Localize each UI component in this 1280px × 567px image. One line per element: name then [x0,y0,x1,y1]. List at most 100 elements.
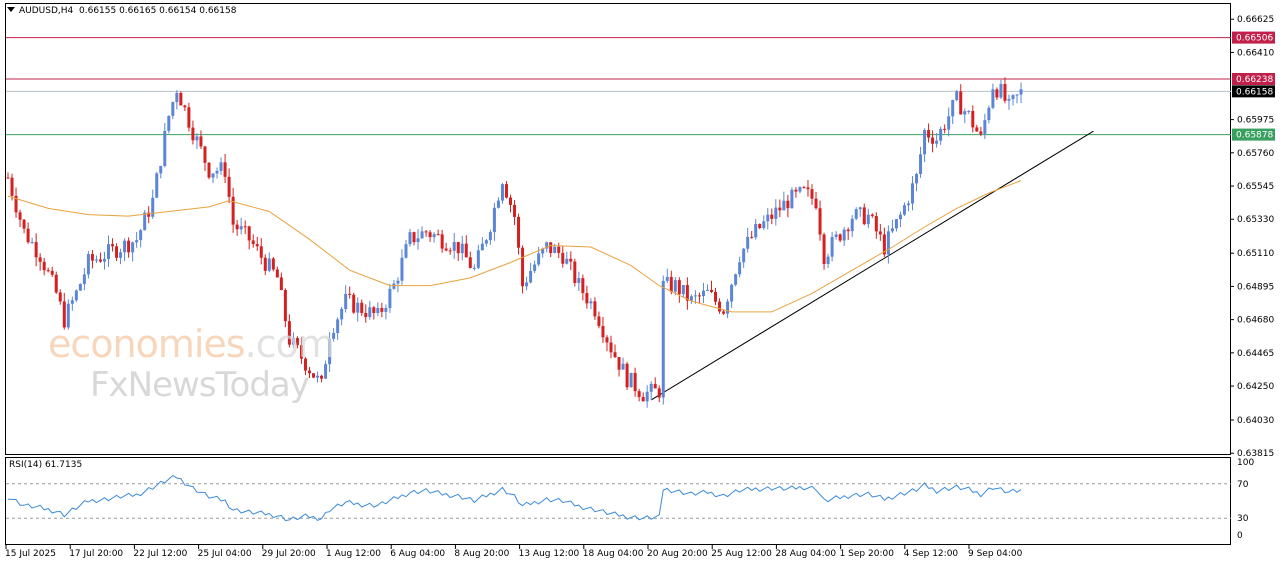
candle-body [517,216,521,248]
candle-body [822,234,826,264]
candle-body [738,262,742,275]
candle-body [565,258,569,264]
candle-body [155,173,159,198]
rsi-axis-label: 100 [1237,458,1254,468]
candle-body [207,162,211,178]
candle-body [444,248,448,251]
candle-body [718,301,722,312]
time-axis: 15 Jul 2025 17 Jul 20:00 22 Jul 12:00 25 Ju… [5,545,1023,559]
candle-body [830,237,834,257]
candle-body [94,259,98,261]
candle-body [191,127,195,141]
candle-body [734,274,738,285]
price-tick-label: 0.64465 [1237,349,1274,359]
candle-body [376,307,380,314]
candle-body [26,228,30,243]
candle-body [420,231,424,239]
price-tick-label: 0.65760 [1237,149,1274,159]
watermark-economies: economies.com [48,322,335,366]
chart-header[interactable]: AUDUSD,H4 0.66155 0.66165 0.66154 0.6615… [7,6,236,16]
candle-body [858,207,862,210]
candle-body [179,92,183,106]
candle-body [919,154,923,174]
candle-body [762,221,766,229]
candle-body [613,352,617,358]
candle-body [533,264,537,271]
candle-body [577,278,581,283]
candle-body [38,257,42,262]
rsi-header: RSI(14) 61.7135 [9,460,83,470]
candle-body [677,280,681,295]
candle-body [283,290,287,322]
candle-body [758,223,762,229]
candle-body [360,302,364,313]
time-tick-label: 9 Sep 04:00 [968,549,1023,559]
candle-body [593,301,597,317]
candle-body [874,216,878,232]
candle-body [979,131,983,134]
candle-body [943,128,947,130]
candle-body [380,307,384,312]
candle-body [316,375,320,378]
candle-body [906,203,910,206]
candle-body [999,84,1003,98]
candle-body [175,92,179,103]
candle-body [74,290,78,301]
candle-body [312,373,316,378]
candle-body [911,183,914,204]
candle-body [436,234,440,236]
candle-body [54,274,58,293]
candle-body [629,372,633,388]
candle-body [915,173,919,184]
candle-body [320,375,324,379]
candle-body [798,187,802,192]
candle-body [923,129,927,155]
candle-body [211,173,215,178]
candle-body [227,176,231,197]
price-chart[interactable]: 0.66625 0.66410 0.65975 0.65760 0.65545 0.653… [0,0,1280,567]
candle-body [742,248,746,263]
candle-body [653,383,657,389]
candle-body [504,184,508,198]
candle-body [408,232,412,245]
candle-body [902,205,906,215]
candle-body [983,120,987,134]
candle-body [259,246,263,258]
rsi-axis: 100 70 30 0 [1237,458,1254,541]
candle-body [400,257,404,281]
candle-body [488,232,492,241]
candle-body [6,177,10,179]
candle-body [98,259,102,262]
candle-body [870,214,874,217]
candle-body [726,301,730,314]
candle-body [464,243,468,258]
price-tag-label: 0.66158 [1236,87,1273,97]
dropdown-triangle-icon[interactable] [7,7,15,12]
time-tick-label: 1 Aug 12:00 [326,549,381,559]
candle-body [947,116,951,130]
rsi-axis-label: 0 [1237,531,1243,541]
candle-body [931,137,935,144]
candle-body [368,307,372,318]
candle-body [46,270,50,272]
candle-body [730,284,734,302]
candle-body [428,232,432,238]
candle-body [1007,98,1011,101]
candle-body [959,91,963,115]
candle-body [247,226,251,241]
time-tick-label: 29 Jul 20:00 [262,549,316,559]
candle-body [814,198,818,209]
candle-body [609,342,613,353]
time-tick-label: 13 Aug 12:00 [519,549,580,559]
candle-body [927,129,931,138]
candle-body [581,278,585,294]
candle-body [448,250,452,252]
candle-body [838,234,842,241]
candle-body [102,259,106,262]
candle-body [963,111,967,115]
candle-body [866,214,870,225]
price-tick-label: 0.64680 [1237,316,1274,326]
time-tick-label: 1 Sep 20:00 [840,549,895,559]
candle-body [279,277,283,291]
price-tick-label: 0.64895 [1237,282,1274,292]
